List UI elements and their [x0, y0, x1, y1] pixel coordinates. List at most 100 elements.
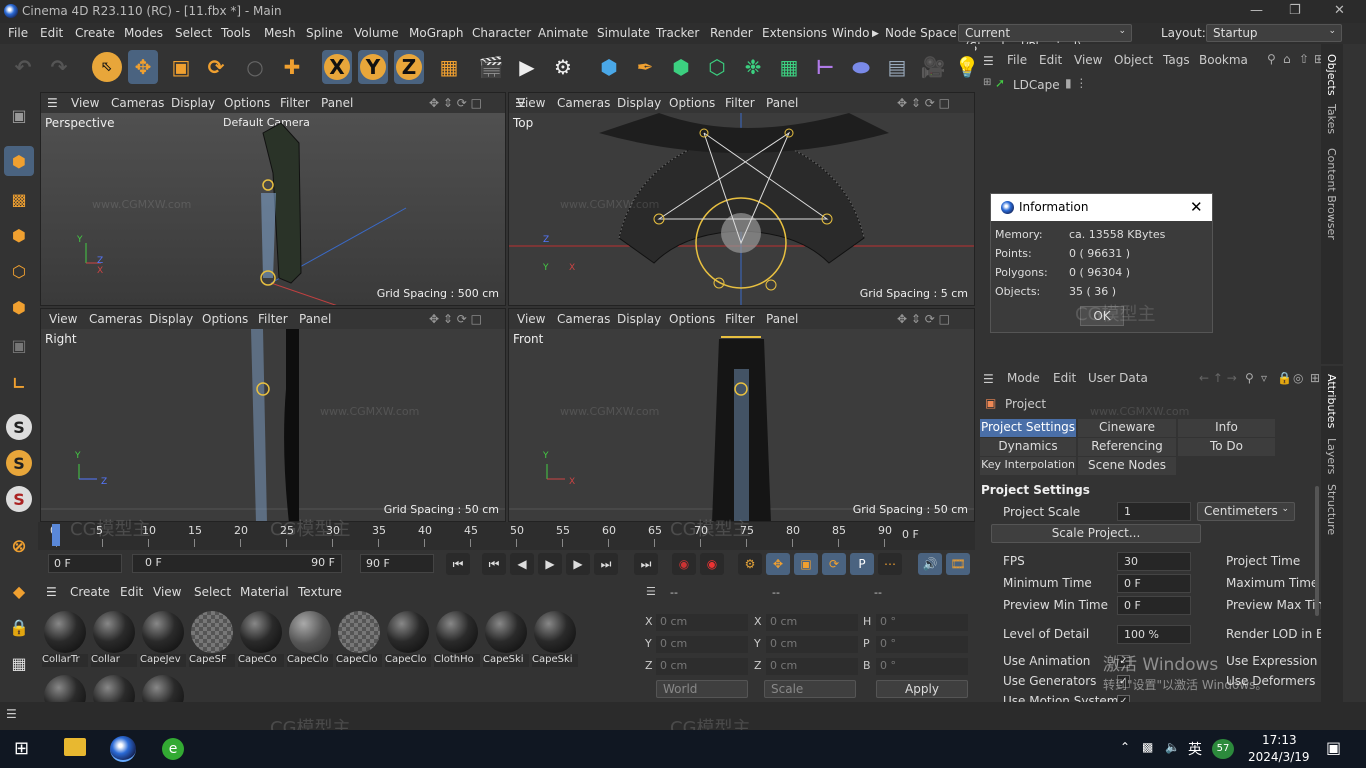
coord-rotation-field[interactable]: 0 °	[876, 658, 968, 675]
object-row-ldcape[interactable]: ⊞ ➚ LDCape ▮ ⋮	[977, 76, 1321, 94]
vp-menu-panel[interactable]: Panel	[766, 312, 798, 326]
material-swatch[interactable]: CapeSki	[483, 609, 529, 667]
material-swatch[interactable]: Collar	[91, 609, 137, 667]
attr-menu-edit[interactable]: Edit	[1053, 371, 1076, 385]
texture-mode-icon[interactable]: ▩	[4, 184, 34, 214]
attr-menu-mode[interactable]: Mode	[1007, 371, 1040, 385]
mat-menu-select[interactable]: Select	[194, 585, 231, 599]
scale-tool-icon[interactable]: ▣	[166, 50, 196, 84]
obj-menu-file[interactable]: File	[1007, 53, 1027, 67]
scale-project-button[interactable]: Scale Project...	[991, 524, 1201, 543]
next-frame-icon[interactable]: ▶	[566, 553, 590, 575]
file-explorer-icon[interactable]	[64, 738, 86, 756]
tab-dynamics[interactable]: Dynamics	[980, 438, 1076, 456]
material-swatch[interactable]: ClothHo	[434, 609, 480, 667]
volume-icon[interactable]: 🔈	[1165, 740, 1180, 754]
vp-menu-view[interactable]: View	[71, 96, 99, 110]
tab-cineware[interactable]: Cineware	[1078, 419, 1176, 437]
viewport-canvas[interactable]: Right Y Z Grid Spacing : 50 cm	[41, 329, 505, 521]
material-swatch[interactable]: CollarTr	[42, 609, 88, 667]
target-icon[interactable]: ◎	[1293, 371, 1303, 385]
mat-menu-material[interactable]: Material	[240, 585, 289, 599]
vp-menu-display[interactable]: Display	[617, 96, 661, 110]
viewport-nav-icons[interactable]: ✥ ⇕ ⟳ □	[429, 312, 482, 326]
rotate-tool-icon[interactable]: ⟳	[201, 50, 231, 84]
key-parameter-icon[interactable]: P	[850, 553, 874, 575]
go-to-end-icon[interactable]: ⏭	[634, 553, 658, 575]
bend-deformer-icon[interactable]: ⊢	[810, 50, 840, 84]
hamburger-icon[interactable]: ☰	[47, 96, 58, 110]
end-frame-field[interactable]: 90 F	[360, 554, 434, 573]
windows-start-icon[interactable]: ⊞	[14, 738, 29, 759]
make-editable-icon[interactable]: ▣	[4, 100, 34, 130]
close-icon[interactable]: ✕	[1190, 198, 1203, 216]
menu-tools[interactable]: Tools	[221, 26, 251, 40]
model-mode-icon[interactable]: ⬢	[4, 146, 34, 176]
vp-menu-view[interactable]: View	[517, 96, 545, 110]
input-language[interactable]: 英	[1188, 739, 1202, 759]
layout-dropdown[interactable]: Startup ⌄	[1206, 24, 1342, 42]
menu-tracker[interactable]: Tracker	[656, 26, 699, 40]
mat-menu-create[interactable]: Create	[70, 585, 110, 599]
render-region-icon[interactable]: 🎬	[476, 50, 506, 84]
coord-size-field[interactable]: 0 cm	[766, 658, 858, 675]
obj-menu-object[interactable]: Object	[1114, 53, 1153, 67]
x-axis-lock-icon[interactable]: X	[322, 50, 352, 84]
menu-overflow-icon[interactable]: ▶	[872, 29, 879, 39]
material-swatch[interactable]: CapeClo	[385, 609, 431, 667]
field-value[interactable]: 0 F	[1117, 574, 1191, 593]
magnet-icon[interactable]: ⦼	[4, 532, 34, 562]
cube-icon[interactable]: ⬢	[594, 50, 624, 84]
menu-modes[interactable]: Modes	[124, 26, 163, 40]
coord-size-dropdown[interactable]: Scale	[764, 680, 856, 698]
search-icon[interactable]: ⚲	[1245, 371, 1254, 385]
key-scale-icon[interactable]: ▣	[794, 553, 818, 575]
extrude-icon[interactable]: ⬡	[702, 50, 732, 84]
coord-rotation-field[interactable]: 0 °	[876, 636, 968, 653]
mat-menu-edit[interactable]: Edit	[120, 585, 143, 599]
current-frame-field[interactable]: 0 F	[48, 554, 122, 573]
vp-menu-display[interactable]: Display	[171, 96, 215, 110]
render-view-icon[interactable]: ▶	[512, 50, 542, 84]
up-icon[interactable]: ⇧	[1299, 52, 1309, 66]
tray-chevron-icon[interactable]: ⌃	[1120, 740, 1130, 754]
coord-size-field[interactable]: 0 cm	[766, 636, 858, 653]
tab-key-interpolation[interactable]: Key Interpolation	[980, 457, 1076, 475]
browser-taskbar-icon[interactable]: e	[162, 738, 184, 760]
viewport-right[interactable]: View Cameras Display Options Filter Pane…	[40, 308, 506, 522]
new-panel-icon[interactable]: ⊞	[1310, 371, 1320, 385]
material-swatch[interactable]: CapeCo	[238, 609, 284, 667]
vp-menu-filter[interactable]: Filter	[725, 312, 755, 326]
y-axis-lock-icon[interactable]: Y	[358, 50, 388, 84]
vp-menu-filter[interactable]: Filter	[258, 312, 288, 326]
select-tool-icon[interactable]: ⬁	[92, 52, 122, 82]
vp-menu-panel[interactable]: Panel	[321, 96, 353, 110]
coord-size-field[interactable]: 0 cm	[766, 614, 858, 631]
record-keys-icon[interactable]: ◉	[672, 553, 696, 575]
axis-mode-icon[interactable]: ∟	[4, 368, 34, 398]
vp-menu-options[interactable]: Options	[202, 312, 248, 326]
edges-mode-icon[interactable]: ⬡	[4, 256, 34, 286]
vp-menu-cameras[interactable]: Cameras	[557, 312, 610, 326]
prev-frame-icon[interactable]: ◀	[510, 553, 534, 575]
next-key-icon[interactable]: ⏭	[594, 553, 618, 575]
workplane-icon[interactable]: ◆	[4, 576, 34, 606]
field-value[interactable]: 100 %	[1117, 625, 1191, 644]
coord-rotation-field[interactable]: 0 °	[876, 614, 968, 631]
uv-mode-icon[interactable]: ▣	[4, 330, 34, 360]
coordinate-system-icon[interactable]: ▦	[434, 50, 464, 84]
viewport-nav-icons[interactable]: ✥ ⇕ ⟳ □	[897, 96, 950, 110]
notification-badge[interactable]: 57	[1212, 739, 1234, 759]
z-axis-lock-icon[interactable]: Z	[394, 50, 424, 84]
clock-date[interactable]: 2024/3/19	[1248, 750, 1310, 764]
transform-tool-icon[interactable]: ✚	[277, 50, 307, 84]
vp-menu-cameras[interactable]: Cameras	[557, 96, 610, 110]
menu-edit[interactable]: Edit	[40, 26, 63, 40]
menu-window[interactable]: Windo	[832, 26, 870, 40]
material-swatch[interactable]: CapeClo	[287, 609, 333, 667]
hamburger-icon[interactable]: ☰	[646, 585, 656, 598]
autokey-icon[interactable]: ◉	[700, 553, 724, 575]
go-to-start-icon[interactable]: ⏮	[446, 553, 470, 575]
floor-icon[interactable]: ▤	[882, 50, 912, 84]
vp-menu-panel[interactable]: Panel	[766, 96, 798, 110]
